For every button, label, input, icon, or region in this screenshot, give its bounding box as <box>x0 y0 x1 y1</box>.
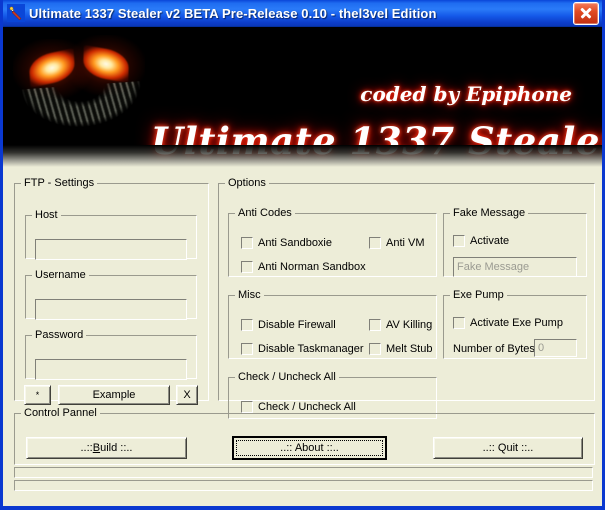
build-suffix: uild ::.. <box>100 442 133 454</box>
checkbox-label: Activate Exe Pump <box>470 317 563 329</box>
status-bar-2 <box>14 480 593 491</box>
number-of-bytes-input[interactable] <box>534 339 577 357</box>
checkbox-box[interactable] <box>369 319 381 331</box>
close-icon[interactable] <box>573 1 599 25</box>
host-input[interactable] <box>35 239 187 260</box>
checkbox-box[interactable] <box>453 317 465 329</box>
about-button[interactable]: ..:: About ::.. <box>232 436 387 460</box>
fake-message-group: Fake Message Activate <box>443 207 587 277</box>
exe-pump-legend: Exe Pump <box>450 289 507 301</box>
example-button[interactable]: Example <box>58 385 170 405</box>
checkbox-box[interactable] <box>241 237 253 249</box>
checkbox-anti-sandboxie[interactable]: Anti Sandboxie <box>241 237 332 249</box>
form-body: FTP - Settings Host Username Password * … <box>3 167 602 504</box>
password-group: Password <box>25 329 197 380</box>
control-pannel-group: Control Pannel ..:: Build ::.. ..:: Abou… <box>14 407 595 465</box>
asterisk-button[interactable]: * <box>24 385 51 405</box>
checkbox-label: Anti Norman Sandbox <box>258 261 366 273</box>
checkbox-box[interactable] <box>241 319 253 331</box>
checkbox-box[interactable] <box>369 343 381 355</box>
ftp-settings-legend: FTP - Settings <box>21 177 98 189</box>
checkbox-label: AV Killing <box>386 319 433 331</box>
checkbox-melt-stub[interactable]: Melt Stub <box>369 343 432 355</box>
tool-icon <box>7 4 25 22</box>
checkbox-disable-taskmanager[interactable]: Disable Taskmanager <box>241 343 364 355</box>
username-label: Username <box>32 269 89 281</box>
quit-button[interactable]: ..:: Quit ::.. <box>433 437 583 459</box>
password-label: Password <box>32 329 87 341</box>
checkbox-av-killing[interactable]: AV Killing <box>369 319 432 331</box>
username-input[interactable] <box>35 299 187 320</box>
fake-message-input[interactable] <box>453 257 577 277</box>
banner-header: coded by Epiphone Ultimate 1337 Stealer … <box>3 27 602 167</box>
host-group: Host <box>25 209 197 260</box>
checkbox-label: Melt Stub <box>386 343 433 355</box>
ftp-settings-group: FTP - Settings Host Username Password * … <box>14 177 209 405</box>
host-label: Host <box>32 209 61 221</box>
exe-pump-group: Exe Pump Activate Exe Pump Number of Byt… <box>443 289 587 359</box>
build-button[interactable]: ..:: Build ::.. <box>26 437 187 459</box>
checkbox-activate-exe-pump[interactable]: Activate Exe Pump <box>453 317 563 329</box>
anti-codes-legend: Anti Codes <box>235 207 295 219</box>
checkbox-label: Anti VM <box>386 237 425 249</box>
credit-text: coded by Epiphone <box>360 82 572 106</box>
teeth-grin <box>21 80 145 148</box>
fake-message-legend: Fake Message <box>450 207 529 219</box>
checkbox-box[interactable] <box>241 343 253 355</box>
password-input[interactable] <box>35 359 187 380</box>
options-legend: Options <box>225 177 269 189</box>
build-accelerator: B <box>92 442 101 454</box>
misc-group: Misc Disable Firewall AV Killing Disable… <box>228 289 437 359</box>
checkbox-anti-vm[interactable]: Anti VM <box>369 237 425 249</box>
application-window: Ultimate 1337 Stealer v2 BETA Pre-Releas… <box>0 0 605 510</box>
checkbox-box[interactable] <box>369 237 381 249</box>
anti-codes-group: Anti Codes Anti Sandboxie Anti VM Anti N… <box>228 207 437 277</box>
status-bar-1 <box>14 467 593 478</box>
banner-fade <box>3 145 602 167</box>
checkbox-label: Activate <box>470 235 510 247</box>
window-title: Ultimate 1337 Stealer v2 BETA Pre-Releas… <box>29 5 437 21</box>
focus-rectangle <box>236 440 383 456</box>
check-all-legend: Check / Uncheck All <box>235 371 339 383</box>
checkbox-fake-message-activate[interactable]: Activate <box>453 235 509 247</box>
control-pannel-legend: Control Pannel <box>21 407 100 419</box>
checkbox-label: Disable Firewall <box>258 319 336 331</box>
title-bar: Ultimate 1337 Stealer v2 BETA Pre-Releas… <box>3 0 602 27</box>
checkbox-label: Anti Sandboxie <box>258 237 332 249</box>
options-group: Options Anti Codes Anti Sandboxie Anti V… <box>218 177 595 419</box>
build-prefix: ..:: <box>80 442 93 454</box>
checkbox-anti-norman-sandbox[interactable]: Anti Norman Sandbox <box>241 261 366 273</box>
number-of-bytes-label: Number of Bytes: <box>453 343 538 355</box>
username-group: Username <box>25 269 197 320</box>
checkbox-box[interactable] <box>241 261 253 273</box>
misc-legend: Misc <box>235 289 264 301</box>
checkbox-label: Disable Taskmanager <box>258 343 364 355</box>
checkbox-box[interactable] <box>453 235 465 247</box>
checkbox-disable-firewall[interactable]: Disable Firewall <box>241 319 336 331</box>
clear-button[interactable]: X <box>176 385 198 405</box>
